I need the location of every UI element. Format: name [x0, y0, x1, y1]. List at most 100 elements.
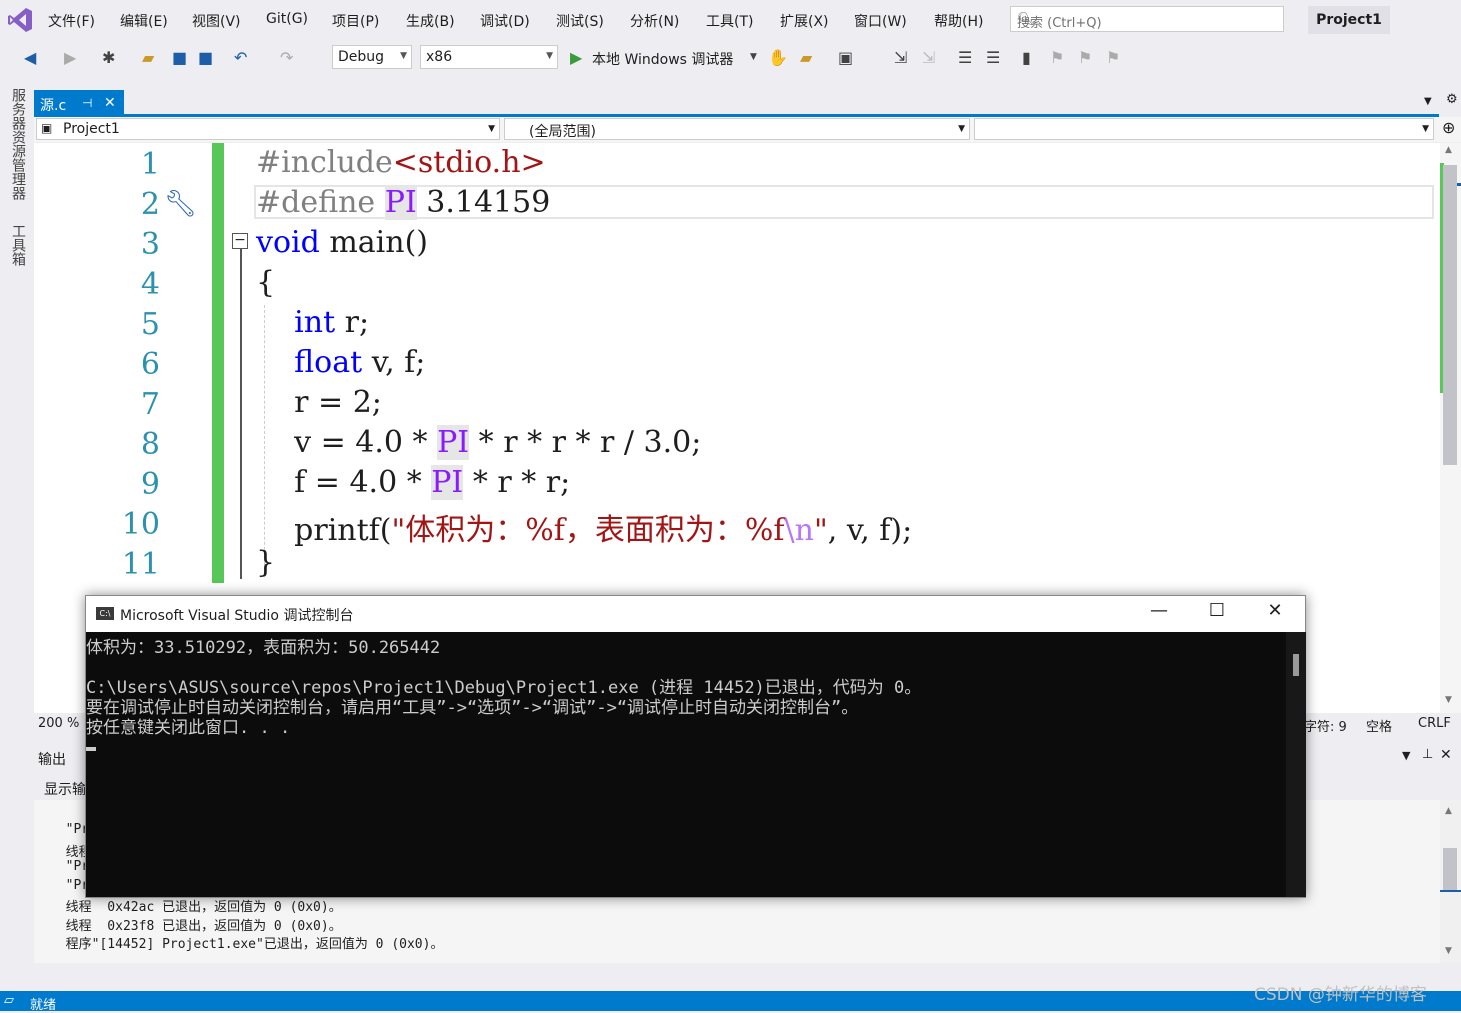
- split-icon[interactable]: ⊕: [1442, 118, 1455, 137]
- prev-bookmark-icon[interactable]: ⚑: [1050, 48, 1064, 67]
- project-badge[interactable]: Project1: [1308, 6, 1390, 34]
- collapse-toggle-icon[interactable]: −: [232, 233, 248, 249]
- code-line-3[interactable]: void main(): [256, 225, 428, 260]
- scroll-up-icon[interactable]: ▲: [1445, 806, 1452, 816]
- pin-icon[interactable]: ⊥: [1422, 747, 1433, 762]
- menu-help[interactable]: 帮助(H): [934, 11, 983, 31]
- line-number: 9: [140, 467, 160, 502]
- line-number: 7: [140, 387, 160, 422]
- menu-project[interactable]: 项目(P): [332, 11, 379, 31]
- code-line-6[interactable]: float v, f;: [256, 345, 425, 380]
- code-line-1[interactable]: #include<stdio.h>: [256, 145, 546, 180]
- browser-icon[interactable]: ▣: [838, 48, 853, 67]
- chevron-down-icon[interactable]: ▼: [750, 52, 757, 62]
- menu-edit[interactable]: 编辑(E): [120, 11, 168, 31]
- open-folder-icon[interactable]: ▰: [142, 48, 154, 67]
- close-icon[interactable]: ✕: [1440, 747, 1452, 763]
- left-tool-rail: 服务器资源管理器 工具箱: [0, 74, 34, 994]
- code-line-10[interactable]: printf("体积为：%f，表面积为：%f\n", v, f);: [256, 505, 912, 549]
- code-line-9[interactable]: f = 4.0 * PI * r * r;: [256, 465, 570, 500]
- hot-reload-icon[interactable]: ✋: [768, 48, 788, 67]
- output-line: 线程 0x42ac 已退出，返回值为 0 (0x0)。: [50, 900, 342, 915]
- menu-test[interactable]: 测试(S): [556, 11, 604, 31]
- save-all-icon[interactable]: ■: [198, 48, 213, 67]
- menu-debug[interactable]: 调试(D): [480, 11, 530, 31]
- scrollbar-thumb[interactable]: [1443, 165, 1457, 465]
- bookmark-icon[interactable]: ▮: [1022, 48, 1031, 67]
- config-dropdown[interactable]: Debug ▼: [332, 45, 412, 69]
- pin-icon[interactable]: ⊣: [82, 96, 92, 110]
- comment-icon[interactable]: ☰: [958, 48, 972, 67]
- output-scrollbar[interactable]: ▲ ▼: [1440, 800, 1461, 963]
- member-dropdown[interactable]: ▼: [974, 118, 1434, 140]
- chevron-down-icon[interactable]: ▼: [1402, 749, 1410, 762]
- chevron-down-icon: ▼: [400, 51, 407, 61]
- output-line: "Pr: [50, 878, 90, 893]
- close-icon[interactable]: ✕: [104, 95, 116, 111]
- debug-console-window[interactable]: C:\ Microsoft Visual Studio 调试控制台 — ☐ ✕ …: [85, 595, 1306, 898]
- code-line-8[interactable]: v = 4.0 * PI * r * r * r / 3.0;: [256, 425, 701, 460]
- next-bookmark-icon[interactable]: ⚑: [1078, 48, 1092, 67]
- find-in-files-icon[interactable]: ▰: [800, 48, 812, 67]
- scrollbar-thumb[interactable]: [1293, 654, 1299, 676]
- scrollbar-thumb[interactable]: [1443, 848, 1457, 890]
- indent-mode[interactable]: 空格: [1366, 716, 1392, 735]
- search-input[interactable]: 搜索 (Ctrl+Q) 🔍︎: [1010, 6, 1284, 32]
- step-icon[interactable]: ⇲: [894, 48, 907, 67]
- project-dropdown[interactable]: ▣ Project1 ▼: [36, 118, 500, 140]
- new-item-icon[interactable]: ✱: [102, 48, 115, 67]
- clear-bookmarks-icon[interactable]: ⚑: [1106, 48, 1120, 67]
- watermark: CSDN @钟新华的博客: [1254, 985, 1427, 1005]
- code-line-5[interactable]: int r;: [256, 305, 369, 340]
- menu-analyze[interactable]: 分析(N): [630, 11, 679, 31]
- caret-position-marker: [1440, 890, 1461, 892]
- menu-window[interactable]: 窗口(W): [854, 11, 907, 31]
- save-icon[interactable]: ■: [172, 48, 187, 67]
- minimize-button[interactable]: —: [1144, 600, 1174, 628]
- tab-source-file[interactable]: 源.c ⊣ ✕: [34, 90, 124, 116]
- settings-icon[interactable]: ⚙: [1446, 92, 1458, 107]
- toolbox-tab[interactable]: 工具箱: [8, 224, 28, 266]
- menu-tools[interactable]: 工具(T): [706, 11, 753, 31]
- tab-list-chevron-icon[interactable]: ▼: [1424, 96, 1432, 107]
- console-title-bar[interactable]: C:\ Microsoft Visual Studio 调试控制台 — ☐ ✕: [86, 596, 1305, 632]
- platform-dropdown[interactable]: x86 ▼: [420, 45, 558, 69]
- redo-icon[interactable]: ↷: [280, 48, 293, 67]
- chevron-down-icon: ▼: [1422, 124, 1429, 134]
- scroll-down-icon[interactable]: ▼: [1445, 695, 1452, 705]
- line-number: 5: [140, 307, 160, 342]
- status-bar: ▱ 就绪: [0, 991, 1461, 1013]
- play-icon[interactable]: ▶: [570, 48, 582, 67]
- quick-actions-screwdriver-icon[interactable]: 🔧︎: [164, 189, 200, 223]
- status-icon: ▱: [4, 993, 14, 1008]
- server-explorer-tab[interactable]: 服务器资源管理器: [8, 88, 28, 200]
- code-line-11[interactable]: }: [256, 545, 275, 580]
- line-number: 10: [121, 507, 160, 542]
- menu-view[interactable]: 视图(V): [192, 11, 241, 31]
- char-position[interactable]: 字符: 9: [1304, 716, 1347, 735]
- menu-extensions[interactable]: 扩展(X): [780, 11, 829, 31]
- line-number: 11: [121, 547, 160, 582]
- scroll-up-icon[interactable]: ▲: [1445, 145, 1452, 155]
- menu-build[interactable]: 生成(B): [406, 11, 455, 31]
- scope-dropdown[interactable]: (全局范围) ▼: [504, 118, 970, 140]
- console-scrollbar[interactable]: [1286, 632, 1306, 897]
- scroll-down-icon[interactable]: ▼: [1445, 946, 1452, 956]
- config-value: Debug: [338, 49, 385, 65]
- close-button[interactable]: ✕: [1260, 600, 1290, 628]
- code-line-4[interactable]: {: [256, 265, 275, 300]
- menu-git[interactable]: Git(G): [266, 11, 308, 27]
- code-line-7[interactable]: r = 2;: [256, 385, 382, 420]
- maximize-button[interactable]: ☐: [1202, 600, 1232, 628]
- undo-icon[interactable]: ↶: [234, 48, 247, 67]
- step-over-icon[interactable]: ⇲: [922, 48, 935, 67]
- code-line-2[interactable]: #define PI 3.14159: [256, 185, 550, 220]
- uncomment-icon[interactable]: ☰: [986, 48, 1000, 67]
- line-number: 4: [140, 267, 160, 302]
- line-ending[interactable]: CRLF: [1418, 716, 1451, 731]
- menu-file[interactable]: 文件(F): [48, 11, 95, 31]
- back-icon[interactable]: ◀: [24, 48, 36, 67]
- run-debugger-button[interactable]: 本地 Windows 调试器: [592, 49, 733, 69]
- zoom-level[interactable]: 200 %: [38, 716, 79, 731]
- forward-icon[interactable]: ▶: [64, 48, 76, 67]
